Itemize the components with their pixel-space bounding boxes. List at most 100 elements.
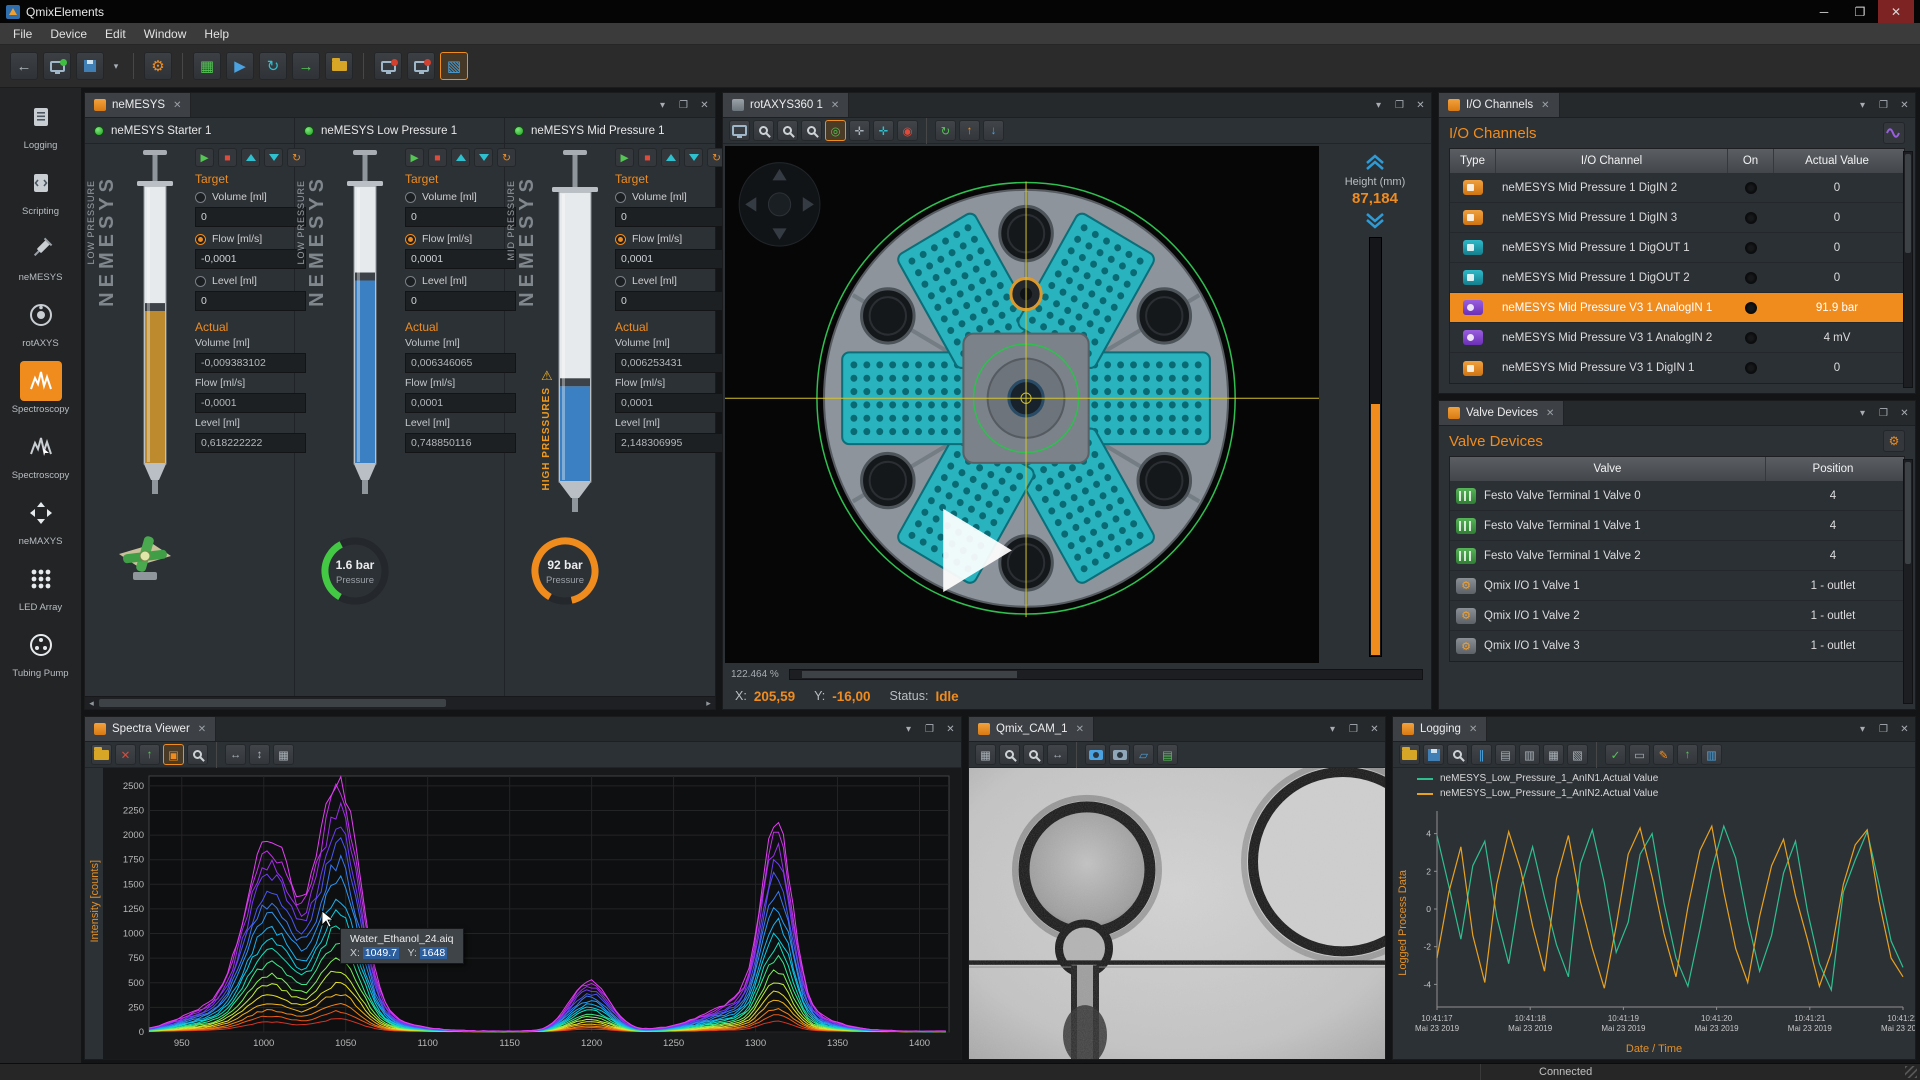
tab-nemesys[interactable]: neMESYS ✕ xyxy=(85,93,191,117)
panel-menu-button[interactable]: ▾ xyxy=(1368,93,1389,117)
remove-spectrum-icon[interactable]: ✕ xyxy=(115,744,136,765)
target-position-icon[interactable]: ◎ xyxy=(825,120,846,141)
syringe-fill-button[interactable] xyxy=(451,148,470,167)
sidebar-item-spectroscopy-2[interactable]: Spectroscopy xyxy=(1,422,81,488)
valve-row[interactable]: ⚙Qmix I/O 1 Valve 1 1 - outlet xyxy=(1450,571,1904,601)
column-header-valve[interactable]: Valve xyxy=(1450,457,1766,481)
pump-stop-button[interactable]: ■ xyxy=(638,148,657,167)
chevron-up-double-icon[interactable] xyxy=(1363,154,1387,170)
restore-button[interactable]: ❐ xyxy=(1842,0,1878,23)
io-row-selected[interactable]: neMESYS Mid Pressure V3 1 AnalogIN 1 91.… xyxy=(1450,293,1904,323)
pump-start-button[interactable]: ▶ xyxy=(615,148,634,167)
column-header-value[interactable]: Actual Value xyxy=(1774,149,1900,173)
pause-log-icon[interactable]: ∥ xyxy=(1471,744,1492,765)
menu-file[interactable]: File xyxy=(4,24,41,44)
valve-row[interactable]: ⚙Qmix I/O 1 Valve 2 1 - outlet xyxy=(1450,601,1904,631)
legend-item[interactable]: neMESYS_Low_Pressure_1_AnIN1.Actual Valu… xyxy=(1417,771,1907,786)
layout-1-icon[interactable]: ▤ xyxy=(1495,744,1516,765)
scrollbar-thumb[interactable] xyxy=(802,671,1017,678)
zoom-in-icon[interactable] xyxy=(753,120,774,141)
can-device-2-icon[interactable] xyxy=(407,52,435,80)
tab-valve-devices[interactable]: Valve Devices ✕ xyxy=(1439,401,1564,425)
panel-close-button[interactable]: ✕ xyxy=(1894,401,1915,425)
target-level-radio-row[interactable]: Level [ml] xyxy=(405,273,516,289)
pump-start-button[interactable]: ▶ xyxy=(195,148,214,167)
panel-menu-button[interactable]: ▾ xyxy=(652,93,673,117)
scrollbar-thumb[interactable] xyxy=(99,699,446,707)
spectra-chart-area[interactable]: Intensity [counts] 950100010501100115012… xyxy=(85,768,961,1059)
spectra-chart[interactable]: 9501000105011001150120012501300135014000… xyxy=(103,768,961,1059)
tab-close-icon[interactable]: ✕ xyxy=(173,100,181,111)
radio-level[interactable] xyxy=(615,276,626,287)
zoom-fit-icon[interactable]: ↔ xyxy=(1047,744,1068,765)
panel-menu-button[interactable]: ▾ xyxy=(1852,93,1873,117)
column-header-position[interactable]: Position xyxy=(1766,457,1900,481)
height-slider[interactable] xyxy=(1369,237,1382,657)
settings-gears-icon[interactable]: ⚙ xyxy=(144,52,172,80)
target-volume-input[interactable] xyxy=(405,207,516,227)
export-spectrum-icon[interactable]: ↑ xyxy=(139,744,160,765)
menu-window[interactable]: Window xyxy=(135,24,196,44)
zoom-fit-icon[interactable] xyxy=(801,120,822,141)
channel-on-led[interactable] xyxy=(1745,362,1757,374)
io-row[interactable]: neMESYS Mid Pressure 1 DigOUT 1 0 xyxy=(1450,233,1904,263)
valve-row[interactable]: ⚙Qmix I/O 1 Valve 3 1 - outlet xyxy=(1450,631,1904,661)
radio-flow[interactable] xyxy=(195,234,206,245)
channel-on-led[interactable] xyxy=(1745,242,1757,254)
target-volume-input[interactable] xyxy=(615,207,726,227)
tab-spectra-viewer[interactable]: Spectra Viewer ✕ xyxy=(85,717,216,741)
sidebar-item-scripting[interactable]: Scripting xyxy=(1,158,81,224)
can-device-1-icon[interactable] xyxy=(374,52,402,80)
channel-on-led[interactable] xyxy=(1745,182,1757,194)
snapshot-icon[interactable] xyxy=(1085,744,1106,765)
close-button[interactable]: ✕ xyxy=(1878,0,1914,23)
layout-3-icon[interactable]: ▦ xyxy=(1543,744,1564,765)
scroll-left-arrow[interactable]: ◂ xyxy=(85,697,98,710)
syringe-fill-button[interactable] xyxy=(241,148,260,167)
valve-row[interactable]: Festo Valve Terminal 1 Valve 1 4 xyxy=(1450,511,1904,541)
analog-wave-icon[interactable] xyxy=(1883,122,1905,144)
panel-menu-button[interactable]: ▾ xyxy=(1852,717,1873,741)
io-row[interactable]: neMESYS Mid Pressure V3 1 DigIN 1 0 xyxy=(1450,353,1904,383)
target-volume-radio-row[interactable]: Volume [ml] xyxy=(195,189,306,205)
script-step-icon[interactable]: ↻ xyxy=(259,52,287,80)
script-start-icon[interactable]: → xyxy=(292,52,320,80)
lift-down-icon[interactable]: ↓ xyxy=(983,120,1004,141)
sidebar-item-logging[interactable]: Logging xyxy=(1,92,81,158)
radio-volume[interactable] xyxy=(615,192,626,203)
tab-close-icon[interactable]: ✕ xyxy=(1469,724,1477,735)
panel-close-button[interactable]: ✕ xyxy=(1894,717,1915,741)
zoom-in-icon[interactable] xyxy=(999,744,1020,765)
radio-flow[interactable] xyxy=(405,234,416,245)
panel-float-button[interactable]: ❐ xyxy=(1873,93,1894,117)
zoom-icon[interactable] xyxy=(187,744,208,765)
target-flow-input[interactable] xyxy=(195,249,306,269)
target-volume-radio-row[interactable]: Volume [ml] xyxy=(405,189,516,205)
panel-float-button[interactable]: ❐ xyxy=(1343,717,1364,741)
export-log-icon[interactable]: ↑ xyxy=(1677,744,1698,765)
target-level-radio-row[interactable]: Level [ml] xyxy=(195,273,306,289)
panel-float-button[interactable]: ❐ xyxy=(919,717,940,741)
target-level-input[interactable] xyxy=(615,291,726,311)
channel-on-led[interactable] xyxy=(1745,332,1757,344)
home-axes-icon[interactable]: ↻ xyxy=(935,120,956,141)
rotaxys-camera-view[interactable] xyxy=(725,146,1319,663)
sidebar-item-nemesys[interactable]: neMESYS xyxy=(1,224,81,290)
target-volume-input[interactable] xyxy=(195,207,306,227)
add-device-icon[interactable] xyxy=(43,52,71,80)
target-level-radio-row[interactable]: Level [ml] xyxy=(615,273,726,289)
fit-width-icon[interactable]: ↔ xyxy=(225,744,246,765)
fit-height-icon[interactable]: ↕ xyxy=(249,744,270,765)
panel-close-button[interactable]: ✕ xyxy=(940,717,961,741)
chevron-down-double-icon[interactable] xyxy=(1363,213,1387,229)
pump-stop-button[interactable]: ■ xyxy=(428,148,447,167)
panel-close-button[interactable]: ✕ xyxy=(1364,717,1385,741)
valves-vertical-scrollbar[interactable] xyxy=(1903,459,1913,704)
panel-float-button[interactable]: ❐ xyxy=(673,93,694,117)
target-flow-radio-row[interactable]: Flow [ml/s] xyxy=(615,231,726,247)
radio-level[interactable] xyxy=(405,276,416,287)
channel-on-led[interactable] xyxy=(1745,272,1757,284)
save-log-icon[interactable] xyxy=(1423,744,1444,765)
valve-gear-icon[interactable]: ⚙ xyxy=(1883,430,1905,452)
scroll-right-arrow[interactable]: ▸ xyxy=(702,697,715,710)
